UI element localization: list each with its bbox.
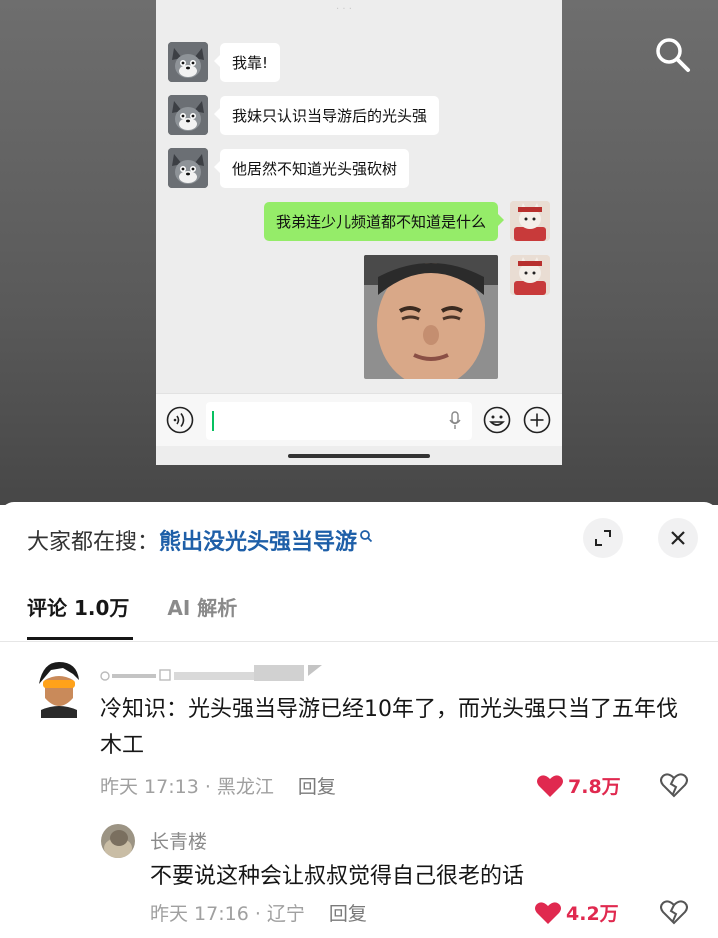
tom-cat-avatar (168, 148, 208, 188)
reply-button[interactable]: 回复 (298, 776, 336, 798)
username-masked[interactable] (100, 664, 324, 686)
search-icon[interactable] (652, 34, 692, 74)
reply-time-location: 昨天 17:16 · 辽宁 (150, 903, 305, 925)
like-count: 7.8万 (568, 776, 621, 798)
comment-text: 冷知识：光头强当导游已经10年了，而光头强只当了五年伐木工 (100, 697, 678, 758)
chat-message: 我妹只认识当导游后的光头强 (168, 95, 440, 135)
message-bubble: 我妹只认识当导游后的光头强 (213, 95, 440, 135)
comment-time-location: 昨天 17:13 · 黑龙江 (100, 776, 274, 798)
cat-avatar (510, 255, 550, 295)
dislike-heart-icon[interactable] (660, 772, 688, 802)
chat-message: 我靠! (168, 42, 281, 82)
chat-screenshot: · · · 我靠! 我妹只认识当导游后的光头强 他居然不知道光头强砍树 我弟连少… (156, 0, 562, 465)
avatar[interactable] (33, 658, 85, 718)
avatar[interactable] (101, 824, 135, 858)
comment-tabs: 评论 1.0万 AI 解析 (27, 592, 275, 621)
voice-icon[interactable] (166, 406, 194, 438)
text-caret (212, 411, 214, 431)
face-photo-sticker (364, 255, 498, 379)
divider (0, 641, 718, 642)
home-indicator (288, 454, 430, 458)
like-button[interactable]: 4.2万 (534, 899, 619, 926)
microphone-icon[interactable] (448, 411, 462, 435)
reply-text: 不要说这种会让叔叔觉得自己很老的话 (150, 864, 525, 889)
message-bubble: 我弟连少儿频道都不知道是什么 (263, 201, 505, 241)
cat-avatar (510, 201, 550, 241)
reply-username[interactable]: 长青楼 (150, 827, 207, 854)
tab-comments[interactable]: 评论 1.0万 (27, 592, 129, 621)
tom-cat-avatar (168, 42, 208, 82)
like-count: 4.2万 (566, 903, 619, 925)
message-bubble: 他居然不知道光头强砍树 (213, 148, 410, 188)
chat-input-bar (156, 393, 562, 446)
plus-icon[interactable] (523, 406, 551, 438)
message-bubble: 我靠! (213, 42, 281, 82)
hot-search-bar[interactable]: 大家都在搜：熊出没光头强当导游 (27, 524, 373, 556)
search-small-icon (359, 524, 373, 549)
hot-search-keyword[interactable]: 熊出没光头强当导游 (159, 530, 357, 555)
tab-ai-analysis[interactable]: AI 解析 (167, 592, 237, 621)
expand-icon[interactable] (583, 518, 623, 558)
reply-button[interactable]: 回复 (329, 903, 367, 925)
reply-meta: 昨天 17:16 · 辽宁 回复 (150, 899, 367, 926)
active-tab-indicator (27, 637, 133, 640)
like-button[interactable]: 7.8万 (536, 772, 621, 799)
close-icon[interactable] (658, 518, 698, 558)
message-input[interactable] (206, 402, 472, 440)
comment-meta: 昨天 17:13 · 黑龙江 回复 (100, 772, 336, 799)
tom-cat-avatar (168, 95, 208, 135)
emoji-icon[interactable] (483, 406, 511, 438)
chat-message: 他居然不知道光头强砍树 (168, 148, 410, 188)
heart-icon (535, 901, 561, 924)
status-bar: · · · (336, 4, 352, 15)
chat-message: 我弟连少儿频道都不知道是什么 (263, 201, 550, 241)
hot-search-label: 大家都在搜： (27, 530, 160, 555)
dislike-heart-icon[interactable] (660, 899, 688, 929)
comment-panel: 大家都在搜：熊出没光头强当导游 评论 1.0万 AI 解析 冷知识：光头强当导游… (0, 502, 718, 938)
heart-icon (537, 774, 563, 797)
